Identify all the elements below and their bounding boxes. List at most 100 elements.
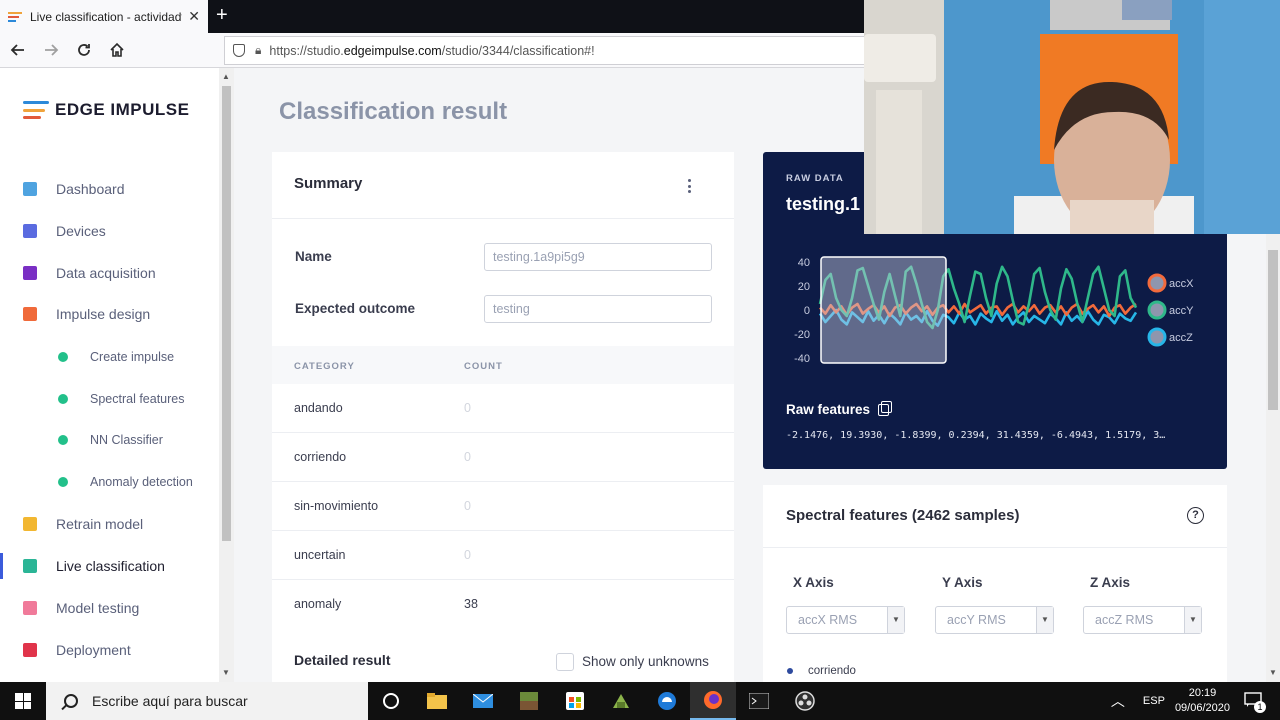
lock-icon[interactable]: 🔒︎: [255, 43, 261, 58]
legend-label-accZ: accZ: [1169, 332, 1193, 344]
start-button[interactable]: [0, 682, 46, 720]
scrollbar-thumb[interactable]: [1268, 250, 1278, 410]
notifications-button[interactable]: 1: [1244, 691, 1266, 713]
url-host: edgeimpulse.com: [343, 43, 442, 58]
database-icon: [23, 266, 37, 280]
legend-dot: [787, 668, 793, 674]
raw-data-label: RAW DATA: [786, 173, 844, 184]
sidebar-item-label: NN Classifier: [90, 433, 163, 447]
sidebar-item-spectral-features[interactable]: Spectral features: [0, 382, 219, 416]
taskbar: Escribe aquí para buscar ︿ ESP 20:19 09/…: [0, 682, 1280, 720]
show-hidden-icons-icon[interactable]: ︿: [1111, 691, 1125, 711]
firefox-button[interactable]: [690, 682, 736, 720]
terminal-button[interactable]: [736, 682, 782, 720]
raw-features-title: Raw features: [786, 400, 893, 417]
cortana-button[interactable]: [368, 682, 414, 720]
scroll-down-icon[interactable]: ▼: [222, 668, 230, 677]
game-app-icon: [613, 694, 629, 708]
status-dot-icon: [58, 394, 68, 404]
table-header: CATEGORY COUNT: [272, 346, 734, 384]
sidebar-item-create-impulse[interactable]: Create impulse: [0, 340, 219, 374]
address-bar[interactable]: 🔒︎ https://studio. edgeimpulse.com/studio…: [224, 36, 864, 65]
shuffle-icon: [23, 517, 37, 531]
chevron-down-icon[interactable]: ▼: [1036, 607, 1053, 633]
show-unknowns-checkbox[interactable]: [556, 653, 574, 671]
sidebar-item-data-acquisition[interactable]: Data acquisition: [0, 256, 219, 290]
cortana-icon: [383, 693, 399, 709]
scroll-up-icon[interactable]: ▲: [222, 72, 230, 81]
taskbar-search[interactable]: Escribe aquí para buscar: [46, 682, 368, 720]
firefox-icon: [704, 691, 722, 709]
close-tab-icon[interactable]: ✕: [188, 8, 200, 25]
obs-icon: [795, 691, 815, 711]
windows-icon: [15, 693, 31, 709]
clipboard-icon: [23, 601, 37, 615]
sidebar-item-label: Model testing: [56, 600, 140, 616]
count-cell: 38: [464, 597, 478, 611]
sidebar-item-anomaly-detection[interactable]: Anomaly detection: [0, 465, 219, 499]
shield-icon[interactable]: [233, 44, 245, 57]
url-path: /studio/3344/classification#!: [441, 43, 595, 58]
expected-outcome-field[interactable]: testing: [484, 295, 712, 323]
table-row: sin-movimiento 0: [272, 482, 734, 531]
scroll-down-icon[interactable]: ▼: [1269, 668, 1277, 677]
count-cell: 0: [464, 499, 471, 513]
sidebar-item-dashboard[interactable]: Dashboard: [0, 172, 219, 206]
sidebar-item-devices[interactable]: Devices: [0, 214, 219, 248]
chevron-down-icon[interactable]: ▼: [887, 607, 904, 633]
edge-impulse-logo[interactable]: EDGE IMPULSE: [23, 100, 189, 120]
favicon-icon: [8, 11, 22, 22]
count-column-header: COUNT: [464, 361, 503, 372]
y-axis-select[interactable]: accY RMS ▼: [935, 606, 1054, 634]
y-tick-label: -20: [794, 329, 810, 341]
back-button[interactable]: [3, 35, 33, 65]
sidebar-scrollbar[interactable]: ▲ ▼: [219, 68, 234, 682]
raw-features-label: Raw features: [786, 402, 871, 417]
browser-tab[interactable]: Live classification - actividadfis ✕: [0, 0, 208, 33]
language-indicator[interactable]: ESP: [1143, 695, 1165, 707]
sidebar-item-impulse-design[interactable]: Impulse design: [0, 297, 219, 331]
z-axis-label: Z Axis: [1090, 575, 1131, 590]
home-icon: [110, 42, 124, 57]
home-button[interactable]: [102, 35, 132, 65]
reload-button[interactable]: [69, 35, 99, 65]
minecraft-button[interactable]: [506, 682, 552, 720]
sidebar-item-live-classification[interactable]: Live classification: [0, 549, 219, 583]
raw-data-chart[interactable]: 40 20 0 -20 -40 accX accY accZ: [763, 252, 1227, 372]
name-field[interactable]: testing.1a9pi5g9: [484, 243, 712, 271]
file-explorer-button[interactable]: [414, 682, 460, 720]
obs-button[interactable]: [782, 682, 828, 720]
edge-browser-button[interactable]: [644, 682, 690, 720]
scrollbar-thumb[interactable]: [222, 86, 231, 541]
more-options-icon[interactable]: [685, 179, 693, 193]
legend-swatch-accX[interactable]: [1147, 273, 1167, 293]
help-icon[interactable]: ?: [1187, 507, 1204, 524]
sidebar-item-deployment[interactable]: Deployment: [0, 633, 219, 667]
sidebar-item-retrain-model[interactable]: Retrain model: [0, 507, 219, 541]
y-tick-label: 20: [798, 281, 810, 293]
divider: [272, 218, 734, 219]
new-tab-button[interactable]: +: [216, 4, 228, 27]
clock[interactable]: 20:19 09/06/2020: [1175, 686, 1230, 716]
x-axis-select[interactable]: accX RMS ▼: [786, 606, 905, 634]
forward-button[interactable]: [36, 35, 66, 65]
legend-swatch-accY[interactable]: [1147, 300, 1167, 320]
copy-icon[interactable]: [878, 400, 893, 416]
spectral-features-card: Spectral features (2462 samples) ? X Axi…: [763, 485, 1227, 682]
status-dot-icon: [58, 435, 68, 445]
minecraft-icon: [520, 692, 538, 710]
table-row: corriendo 0: [272, 433, 734, 482]
edge-icon: [658, 692, 676, 710]
page-title: Classification result: [279, 98, 508, 125]
z-axis-select[interactable]: accZ RMS ▼: [1083, 606, 1202, 634]
sidebar-item-model-testing[interactable]: Model testing: [0, 591, 219, 625]
selection-window[interactable]: [820, 256, 947, 364]
store-button[interactable]: [552, 682, 598, 720]
sidebar-item-label: Spectral features: [90, 392, 185, 406]
sidebar-item-label: Dashboard: [56, 181, 125, 197]
legend-swatch-accZ[interactable]: [1147, 327, 1167, 347]
game-app-button[interactable]: [598, 682, 644, 720]
sidebar-item-nn-classifier[interactable]: NN Classifier: [0, 423, 219, 457]
mail-button[interactable]: [460, 682, 506, 720]
chevron-down-icon[interactable]: ▼: [1184, 607, 1201, 633]
